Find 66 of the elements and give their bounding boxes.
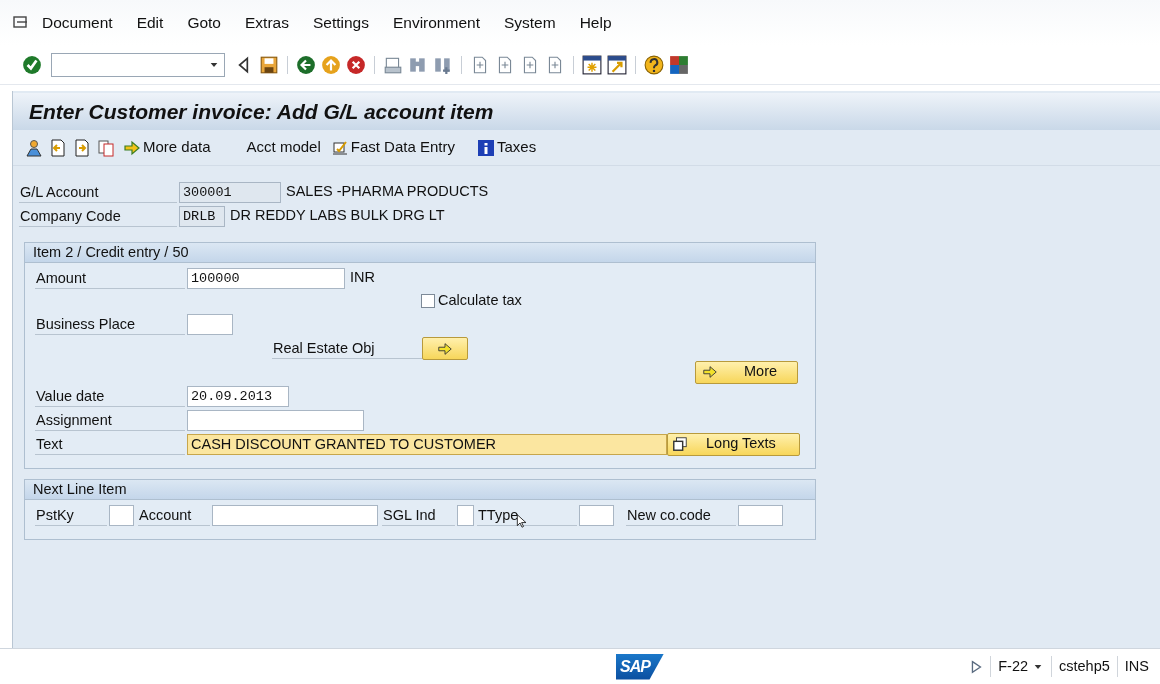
arrow-icon bbox=[437, 340, 453, 357]
previous-document-icon[interactable] bbox=[49, 138, 67, 157]
field-label: Text bbox=[35, 433, 185, 455]
group-title: Item 2 / Credit entry / 50 bbox=[25, 243, 815, 263]
field-label: Company Code bbox=[19, 205, 177, 227]
field-description: SALES -PHARMA PRODUCTS bbox=[286, 182, 489, 202]
next-document-icon[interactable] bbox=[73, 138, 91, 157]
field-label: New co.code bbox=[626, 504, 736, 526]
sap-logo: SAP bbox=[616, 653, 664, 680]
menu-item[interactable]: Extras bbox=[233, 10, 301, 35]
arrow-icon bbox=[123, 138, 141, 157]
group-title: Next Line Item bbox=[25, 480, 815, 500]
back-icon[interactable] bbox=[296, 54, 316, 75]
menu-item[interactable]: Help bbox=[567, 10, 624, 35]
input-field[interactable]: 20.09.2013 bbox=[187, 385, 289, 407]
input-field[interactable]: 300001 bbox=[179, 181, 281, 203]
help-icon[interactable] bbox=[644, 54, 664, 75]
menu-item[interactable]: Settings bbox=[300, 10, 381, 35]
input-field[interactable] bbox=[212, 504, 378, 526]
copy-icon[interactable] bbox=[97, 138, 115, 157]
input-field[interactable]: CASH DISCOUNT GRANTED TO CUSTOMER bbox=[187, 433, 667, 455]
insert-mode[interactable]: INS bbox=[1116, 655, 1156, 678]
input-field[interactable]: 100000 bbox=[187, 267, 345, 289]
input-field[interactable] bbox=[187, 409, 364, 431]
field-label: SGL Ind bbox=[382, 504, 455, 526]
arrow-icon bbox=[702, 364, 718, 380]
input-field[interactable]: DRLB bbox=[179, 205, 225, 227]
input-field[interactable] bbox=[457, 504, 474, 526]
toolbar-button[interactable]: Fast Data Entry bbox=[328, 136, 457, 159]
field-label: Value date bbox=[35, 385, 185, 407]
command-field[interactable] bbox=[51, 52, 225, 77]
field-label: G/L Account bbox=[19, 181, 177, 203]
field-label: PstKy bbox=[35, 504, 107, 526]
toolbar-button[interactable]: Acct model bbox=[244, 136, 323, 159]
overflow-icon bbox=[672, 436, 688, 452]
screen-title: Enter Customer invoice: Add G/L account item bbox=[13, 93, 1160, 130]
menu-item[interactable]: Goto bbox=[175, 10, 233, 35]
toolbar-button[interactable]: More data bbox=[121, 136, 213, 159]
input-field[interactable] bbox=[109, 504, 134, 526]
shortcut-icon[interactable] bbox=[607, 54, 627, 75]
input-field[interactable] bbox=[579, 504, 614, 526]
menu-item[interactable]: Document bbox=[30, 10, 125, 35]
cancel-icon[interactable] bbox=[346, 54, 366, 75]
field-description: DR REDDY LABS BULK DRG LT bbox=[230, 206, 445, 226]
field-label: Account bbox=[138, 504, 210, 526]
currency-text: INR bbox=[350, 268, 375, 288]
new-window-icon[interactable] bbox=[582, 54, 602, 75]
menu-item[interactable]: System bbox=[491, 10, 568, 35]
menu-item[interactable]: Environment bbox=[380, 10, 492, 35]
menu-item[interactable]: Edit bbox=[124, 10, 176, 35]
input-field[interactable] bbox=[187, 314, 233, 335]
calculate-tax-checkbox[interactable]: Calculate tax bbox=[421, 290, 522, 312]
field-label: Amount bbox=[35, 267, 185, 289]
field-label: Assignment bbox=[35, 409, 185, 431]
transaction-dropdown[interactable]: F-22 bbox=[990, 655, 1052, 678]
save-icon[interactable] bbox=[259, 54, 279, 75]
more-button[interactable]: More bbox=[695, 360, 798, 384]
field-label: Business Place bbox=[35, 314, 185, 335]
input-field[interactable] bbox=[738, 504, 783, 526]
server-name: cstehp5 bbox=[1051, 655, 1117, 678]
check-icon[interactable] bbox=[22, 54, 42, 75]
real-estate-button[interactable] bbox=[422, 337, 468, 360]
toolbar-button[interactable]: Taxes bbox=[474, 136, 539, 159]
long-texts-button[interactable]: Long Texts bbox=[667, 432, 800, 456]
info-icon bbox=[476, 138, 495, 157]
person-icon[interactable] bbox=[25, 138, 43, 157]
